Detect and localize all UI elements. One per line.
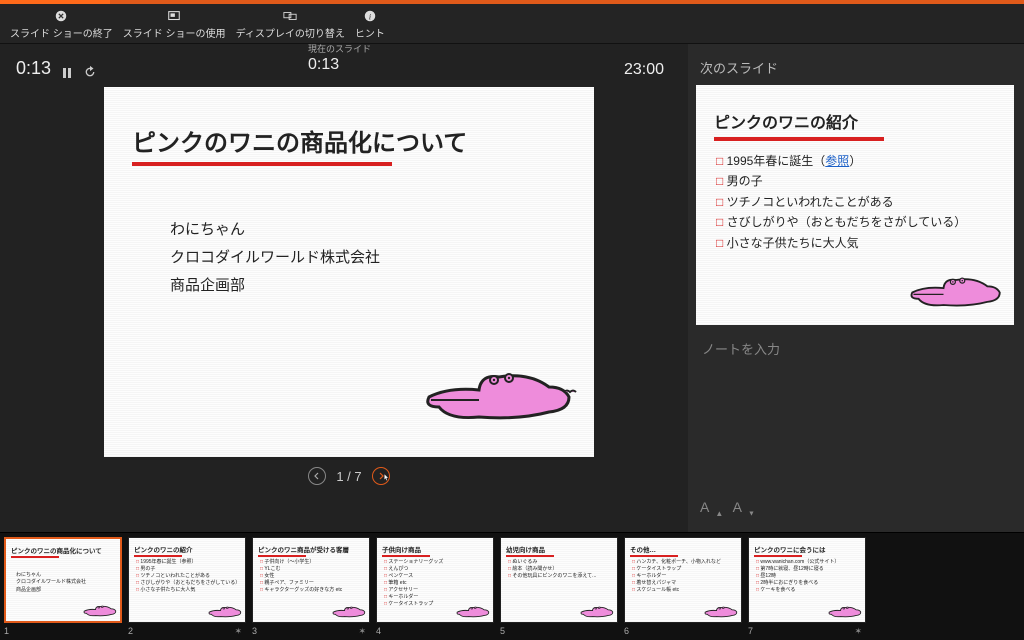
hints-button[interactable]: i ヒント — [355, 9, 385, 40]
wall-clock: 23:00 — [624, 61, 678, 79]
thumbnail[interactable]: 幼児向け商品ぬいぐるみ絵本（読み聞かせ）その他玩具にピンクのワニを添えて...5 — [500, 537, 618, 640]
end-slideshow-button[interactable]: スライド ショーの終了 — [10, 9, 113, 40]
switch-display-button[interactable]: ディスプレイの切り替え — [236, 9, 345, 40]
next-slide-button[interactable] — [372, 467, 390, 485]
crocodile-image — [906, 270, 1006, 315]
list-item: 1995年春に誕生（参照） — [716, 151, 1014, 171]
body-line: クロコダイルワールド株式会社 — [170, 244, 594, 272]
body-line: 商品企画部 — [170, 272, 594, 300]
font-smaller-button[interactable]: A▼ — [733, 501, 755, 515]
pause-button[interactable] — [61, 67, 73, 79]
font-bigger-button[interactable]: A▲ — [700, 499, 723, 515]
next-slide-preview[interactable]: ピンクのワニの紹介 1995年春に誕生（参照）男の子ツチノコといわれたことがある… — [696, 85, 1014, 325]
thumbnail[interactable]: ピンクのワニの紹介1995年春に誕生（参照）男の子ツチノコといわれたことがあるさ… — [128, 537, 246, 640]
thumbnail[interactable]: ピンクのワニの商品化についてわにちゃんクロコダイルワールド株式会社商品企画部1 — [4, 537, 122, 640]
slide-body: わにちゃん クロコダイルワールド株式会社 商品企画部 — [104, 166, 594, 299]
right-pane: 次のスライド ピンクのワニの紹介 1995年春に誕生（参照）男の子ツチノコといわ… — [688, 44, 1024, 532]
crocodile-image — [419, 362, 579, 432]
switch-icon — [283, 9, 297, 23]
toolbar-label: ヒント — [355, 25, 385, 40]
next-slide-list: 1995年春に誕生（参照）男の子ツチノコといわれたことがあるさびしがりや（おとも… — [696, 141, 1014, 253]
font-size-controls: A▲ A▼ — [696, 495, 1016, 522]
presenter-toolbar: スライド ショーの終了 スライド ショーの使用 ディスプレイの切り替え i ヒン… — [0, 4, 1024, 44]
pause-icon — [61, 67, 73, 79]
list-item: 男の子 — [716, 171, 1014, 191]
use-slideshow-button[interactable]: スライド ショーの使用 — [123, 9, 226, 40]
refresh-icon — [83, 65, 97, 79]
thumbnail[interactable]: ピンクのワニに会うにはwww.wanichan.com（公式サイト）第7時に就寝… — [748, 537, 866, 640]
slideshow-icon — [167, 9, 181, 23]
current-slide-timer: 0:13 — [308, 56, 371, 74]
slide-position: 1 / 7 — [336, 469, 361, 484]
reference-link[interactable]: 参照 — [825, 154, 849, 168]
current-slide-label: 現在のスライド — [308, 42, 371, 55]
close-circle-icon — [54, 9, 68, 23]
prev-slide-button[interactable] — [308, 467, 326, 485]
next-slide-header: 次のスライド — [696, 54, 1016, 85]
thumbnail[interactable]: その他…ハンカチ、化粧ポーチ、小物入れなどケータイストラップキーホルダー着せ替え… — [624, 537, 742, 640]
notes-placeholder: ノートを入力 — [702, 342, 780, 357]
chevron-right-icon — [377, 472, 385, 480]
notes-input[interactable]: ノートを入力 — [696, 325, 1016, 495]
toolbar-label: スライド ショーの終了 — [10, 25, 113, 40]
slide-title: ピンクのワニの商品化について — [104, 87, 594, 162]
restart-timer-button[interactable] — [83, 65, 97, 79]
thumbnail[interactable]: 子供向け商品ステーショナリーグッズえんぴつペンケース筆箱 etcアクセサリーキー… — [376, 537, 494, 640]
toolbar-label: スライド ショーの使用 — [123, 25, 226, 40]
presenter-area: 0:13 現在のスライド 0:13 23:00 ピンクのワニの商品化について わ… — [0, 44, 688, 532]
thumbnail-strip[interactable]: ピンクのワニの商品化についてわにちゃんクロコダイルワールド株式会社商品企画部1ピ… — [0, 532, 1024, 640]
list-item: ツチノコといわれたことがある — [716, 192, 1014, 212]
chevron-left-icon — [313, 472, 321, 480]
body-line: わにちゃん — [170, 216, 594, 244]
list-item: さびしがりや（おともだちをさがしている） — [716, 212, 1014, 232]
toolbar-label: ディスプレイの切り替え — [236, 25, 345, 40]
current-slide[interactable]: ピンクのワニの商品化について わにちゃん クロコダイルワールド株式会社 商品企画… — [104, 87, 594, 457]
elapsed-timer: 0:13 — [16, 58, 51, 79]
list-item: 小さな子供たちに大人気 — [716, 233, 1014, 253]
slide-navigation: 1 / 7 — [308, 457, 389, 495]
thumbnail[interactable]: ピンクのワニ商品が受ける客層子供向け（～小学生）YLこむ女性親子ペア、ファミリー… — [252, 537, 370, 640]
info-icon: i — [363, 9, 377, 23]
next-slide-title: ピンクのワニの紹介 — [696, 85, 1014, 137]
